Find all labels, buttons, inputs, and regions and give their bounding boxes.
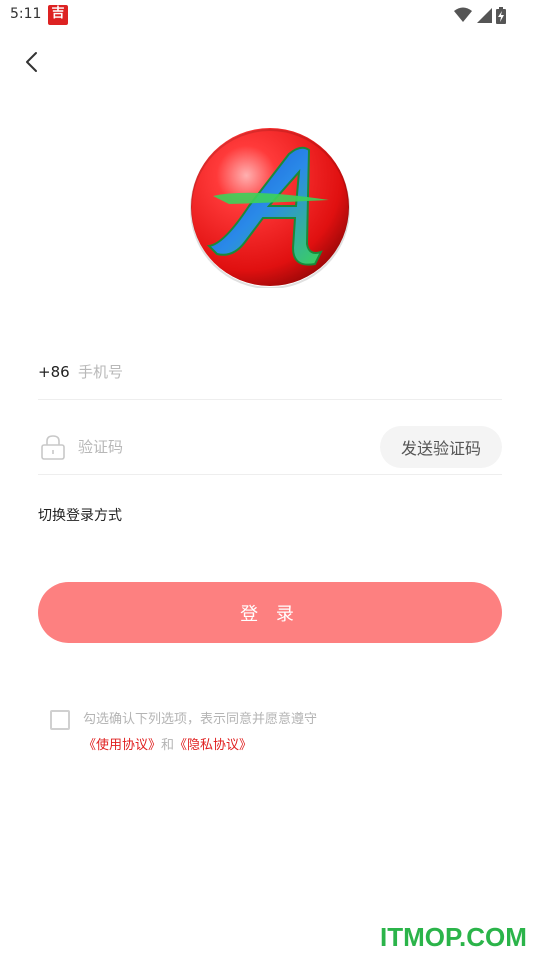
status-icons xyxy=(454,6,506,24)
phone-field-row: +86 xyxy=(38,345,502,400)
switch-login-method-link[interactable]: 切换登录方式 xyxy=(38,505,122,525)
agreement-checkbox[interactable] xyxy=(50,710,70,730)
wifi-icon xyxy=(454,7,472,22)
login-button[interactable]: 登 录 xyxy=(38,582,502,643)
chevron-left-icon xyxy=(26,52,37,72)
terms-of-use-link[interactable]: 《使用协议》 xyxy=(83,738,161,753)
battery-charging-icon xyxy=(496,6,506,24)
status-bar: 5:11 吉 xyxy=(0,0,540,30)
agreement-text: 勾选确认下列选项，表示同意并愿意遵守 xyxy=(83,712,318,727)
app-logo xyxy=(190,128,350,288)
site-watermark: ITMOP.COM xyxy=(380,922,527,952)
phone-input[interactable] xyxy=(78,357,378,387)
status-time: 5:11 xyxy=(10,6,42,22)
signal-icon xyxy=(477,8,492,23)
lock-icon xyxy=(41,435,65,460)
app-notification-badge: 吉 xyxy=(48,5,68,25)
privacy-policy-link[interactable]: 《隐私协议》 xyxy=(174,738,252,753)
back-button[interactable] xyxy=(18,48,46,76)
country-code[interactable]: +86 xyxy=(38,363,70,381)
agreement-conjunction: 和 xyxy=(161,738,175,753)
send-code-button[interactable]: 发送验证码 xyxy=(380,426,502,468)
agreement-links: 《使用协议》和《隐私协议》 xyxy=(83,734,252,753)
code-field-row: 发送验证码 xyxy=(38,420,502,475)
verification-code-input[interactable] xyxy=(78,432,358,462)
